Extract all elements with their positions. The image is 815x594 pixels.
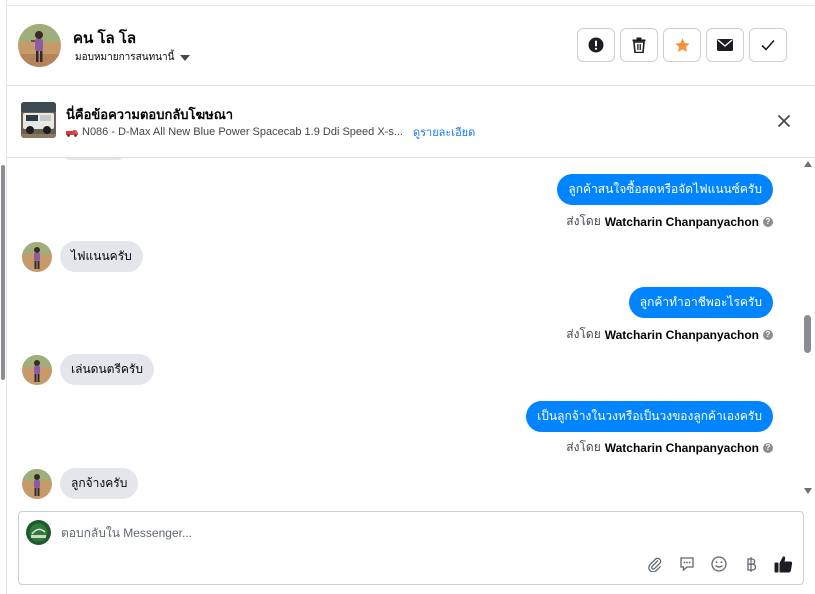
saved-replies-button[interactable]	[677, 554, 697, 574]
contact-name: คน โล โล	[73, 30, 137, 47]
contact-avatar-small[interactable]	[22, 468, 52, 499]
sender-name: Watcharin Chanpanyachon	[604, 214, 759, 229]
incoming-message-row: ลูกจ้างครับ	[22, 468, 139, 499]
message-list[interactable]: ลูกค้าสนใจซื้อสดหรือจัดไฟแนนซ์ครับ ส่งโด…	[7, 158, 815, 500]
ad-reply-title: นี่คือข้อความตอบกลับโฆษณา	[66, 107, 234, 122]
sent-by-prefix: ส่งโดย	[566, 214, 601, 228]
partial-incoming-bubble	[61, 158, 127, 160]
incoming-message[interactable]: ลูกจ้างครับ	[60, 468, 139, 499]
trash-icon	[632, 37, 646, 53]
sender-name: Watcharin Chanpanyachon	[604, 327, 759, 342]
mark-done-button[interactable]	[749, 28, 787, 62]
reply-input[interactable]	[61, 524, 621, 542]
conversation-header: คน โล โล มอบหมายการสนทนานี้	[7, 6, 815, 86]
view-details-link[interactable]: ดูรายละเอียด	[413, 123, 475, 141]
scroll-up-arrow[interactable]	[804, 161, 812, 167]
reply-composer	[18, 511, 804, 585]
envelope-icon	[717, 39, 733, 51]
emoji-icon	[711, 556, 727, 572]
saved-reply-icon	[680, 557, 694, 572]
incoming-message[interactable]: ไฟแนนครับ	[60, 241, 143, 272]
assign-label: มอบหมายการสนทนานี้	[75, 52, 175, 63]
check-icon	[761, 39, 775, 51]
page-avatar	[26, 520, 51, 545]
scroll-down-arrow[interactable]	[804, 488, 812, 494]
ad-thumbnail[interactable]	[21, 102, 56, 138]
paperclip-icon	[648, 557, 662, 572]
star-icon	[674, 37, 690, 52]
sent-by-line: ส่งโดย Watcharin Chanpanyachon ?	[566, 212, 773, 231]
ad-post-text: N086 - D-Max All New Blue Power Spacecab…	[82, 126, 403, 138]
outgoing-message[interactable]: ลูกค้าทำอาชีพอะไรครับ	[628, 287, 773, 318]
outgoing-message[interactable]: ลูกค้าสนใจซื้อสดหรือจัดไฟแนนซ์ครับ	[557, 174, 773, 205]
close-banner-button[interactable]	[776, 113, 792, 129]
incoming-message-row: เล่นดนตรีครับ	[22, 354, 154, 385]
message-scrollbar[interactable]	[801, 158, 815, 498]
sender-name: Watcharin Chanpanyachon	[604, 440, 759, 455]
contact-avatar-small[interactable]	[22, 241, 52, 272]
scroll-thumb[interactable]	[804, 315, 811, 353]
mark-unread-button[interactable]	[706, 28, 744, 62]
incoming-message-row: ไฟแนนครับ	[22, 241, 143, 272]
ad-post-line: N086 - D-Max All New Blue Power Spacecab…	[66, 123, 475, 141]
attach-button[interactable]	[645, 554, 665, 574]
ad-reply-banner: นี่คือข้อความตอบกลับโฆษณา N086 - D-Max A…	[7, 86, 815, 158]
help-icon[interactable]: ?	[763, 216, 773, 227]
outgoing-message[interactable]: เป็นลูกจ้างในวงหรือเป็นวงของลูกค้าเองครั…	[526, 401, 773, 432]
like-button[interactable]	[773, 554, 793, 574]
sent-by-prefix: ส่งโดย	[566, 327, 601, 341]
payment-button[interactable]	[741, 554, 761, 574]
emoji-button[interactable]	[709, 554, 729, 574]
conversation-panel: คน โล โล มอบหมายการสนทนานี้ นี่คือข้อควา…	[7, 0, 815, 594]
pickup-truck-icon	[66, 129, 78, 137]
help-icon[interactable]: ?	[763, 329, 773, 340]
conversation-actions	[577, 28, 787, 62]
star-button[interactable]	[663, 28, 701, 62]
thumbs-up-icon	[774, 556, 792, 573]
sent-by-prefix: ส่งโดย	[566, 440, 601, 454]
contact-avatar-small[interactable]	[22, 354, 52, 385]
incoming-message[interactable]: เล่นดนตรีครับ	[60, 354, 154, 385]
left-scroll-edge[interactable]	[0, 0, 7, 594]
sent-by-line: ส่งโดย Watcharin Chanpanyachon ?	[566, 325, 773, 344]
caret-down-icon	[180, 54, 191, 61]
spam-button[interactable]	[577, 28, 615, 62]
contact-avatar[interactable]	[18, 24, 61, 67]
close-icon	[777, 114, 791, 128]
sent-by-line: ส่งโดย Watcharin Chanpanyachon ?	[566, 438, 773, 457]
assign-conversation-dropdown[interactable]: มอบหมายการสนทนานี้	[75, 50, 191, 65]
baht-icon	[747, 556, 757, 572]
left-scroll-thumb[interactable]	[1, 165, 5, 380]
composer-tools	[645, 554, 793, 574]
delete-button[interactable]	[620, 28, 658, 62]
help-icon[interactable]: ?	[763, 442, 773, 453]
exclamation-icon	[588, 37, 604, 53]
